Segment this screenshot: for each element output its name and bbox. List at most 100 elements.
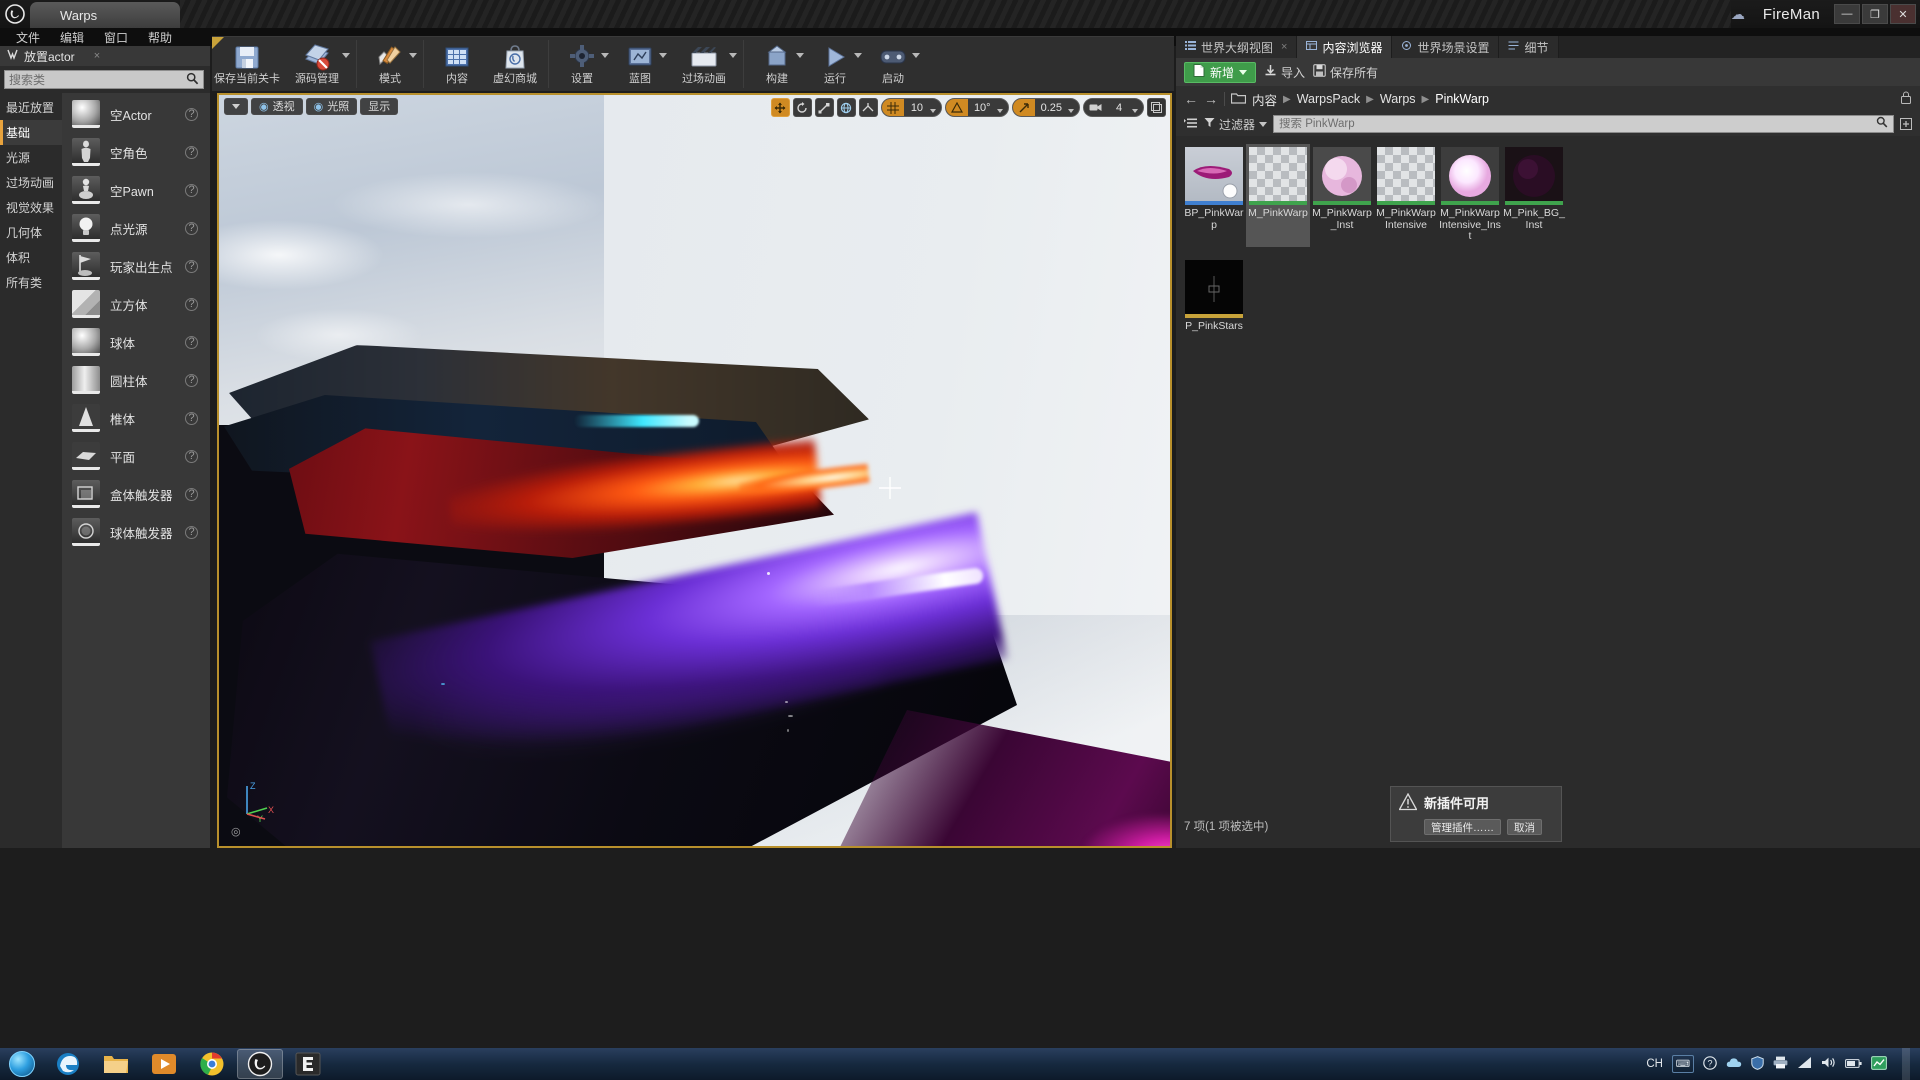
- level-viewport[interactable]: ◉ 透视 ◉ 光照 显示 10 10° 0.25 4 Z Y X ◎: [217, 93, 1172, 848]
- content-browser-asset-grid[interactable]: BP_PinkWarp M_PinkWarp M_PinkWarp_Inst M…: [1176, 136, 1920, 836]
- content-browser-search-input[interactable]: [1279, 118, 1876, 130]
- viewport-render[interactable]: [219, 95, 1170, 846]
- battery-icon[interactable]: [1845, 1057, 1862, 1072]
- chevron-down-icon[interactable]: [409, 53, 417, 58]
- taskbar-edge[interactable]: [45, 1049, 91, 1079]
- list-item[interactable]: 球体 ?: [62, 323, 210, 361]
- list-item[interactable]: 空Pawn ?: [62, 171, 210, 209]
- asset-item[interactable]: M_PinkWarp: [1246, 144, 1310, 247]
- list-item[interactable]: 平面 ?: [62, 437, 210, 475]
- help-icon[interactable]: ?: [185, 183, 198, 197]
- world-space-button[interactable]: [836, 98, 856, 117]
- cinematics-button[interactable]: 过场动画: [669, 37, 739, 91]
- chevron-down-icon[interactable]: [1068, 109, 1074, 113]
- breadcrumb-item-2[interactable]: Warps: [1380, 92, 1416, 106]
- modes-button[interactable]: 模式: [361, 37, 419, 91]
- add-content-shortcut-icon[interactable]: [1900, 118, 1912, 130]
- save-current-level-button[interactable]: 保存当前关卡: [212, 37, 282, 91]
- tab-world-outliner[interactable]: 世界大纲视图 ×: [1176, 36, 1298, 58]
- user-name-label[interactable]: FireMan: [1751, 6, 1832, 23]
- list-item[interactable]: 椎体 ?: [62, 399, 210, 437]
- camera-speed-value[interactable]: 4: [1106, 99, 1132, 116]
- taskbar-unreal-editor[interactable]: [237, 1049, 283, 1079]
- cloud-icon[interactable]: ☁: [1731, 6, 1751, 23]
- network-icon[interactable]: [1797, 1056, 1812, 1072]
- folder-icon[interactable]: [1230, 91, 1247, 107]
- taskbar-file-explorer[interactable]: [93, 1049, 139, 1079]
- category-volumes[interactable]: 体积: [0, 245, 62, 270]
- onedrive-icon[interactable]: [1726, 1057, 1742, 1072]
- taskbar-media-player[interactable]: [141, 1049, 187, 1079]
- chevron-down-icon[interactable]: [912, 53, 920, 58]
- minimize-button[interactable]: —: [1834, 4, 1860, 24]
- help-icon[interactable]: ?: [185, 411, 198, 425]
- help-icon[interactable]: ?: [185, 335, 198, 349]
- tab-content-browser[interactable]: 内容浏览器: [1297, 36, 1393, 58]
- help-icon[interactable]: ?: [185, 221, 198, 235]
- back-arrow-icon[interactable]: ←: [1184, 91, 1198, 107]
- place-search-box[interactable]: [4, 70, 204, 89]
- help-icon[interactable]: ?: [185, 107, 198, 121]
- save-all-button[interactable]: 保存所有: [1313, 64, 1378, 81]
- help-icon[interactable]: ?: [185, 525, 198, 539]
- asset-item[interactable]: M_Pink_BG_Inst: [1502, 144, 1566, 247]
- asset-item[interactable]: P_PinkStars: [1182, 257, 1246, 337]
- place-search-input[interactable]: [9, 72, 186, 87]
- tab-close-icon[interactable]: ×: [1281, 41, 1287, 53]
- chevron-down-icon[interactable]: [796, 53, 804, 58]
- content-browser-search-box[interactable]: [1273, 115, 1894, 133]
- title-bar-drag-area[interactable]: [180, 0, 1731, 28]
- category-all-classes[interactable]: 所有类: [0, 270, 62, 295]
- chart-icon[interactable]: [1871, 1055, 1887, 1073]
- sound-icon[interactable]: [1821, 1056, 1836, 1072]
- help-icon[interactable]: ?: [185, 297, 198, 311]
- help-icon[interactable]: ?: [185, 145, 198, 159]
- search-icon[interactable]: [186, 72, 199, 88]
- menu-file[interactable]: 文件: [6, 29, 50, 46]
- asset-item[interactable]: M_PinkWarp Intensive: [1374, 144, 1438, 247]
- asset-item[interactable]: M_PinkWarp_Inst: [1310, 144, 1374, 247]
- import-button[interactable]: 导入: [1264, 64, 1305, 81]
- help-icon[interactable]: ?: [185, 373, 198, 387]
- taskbar-chrome[interactable]: [189, 1049, 235, 1079]
- translate-mode-button[interactable]: [770, 98, 790, 117]
- close-button[interactable]: ✕: [1890, 4, 1916, 24]
- angle-snap-control[interactable]: 10°: [944, 98, 1009, 117]
- breadcrumb-item-3[interactable]: PinkWarp: [1435, 92, 1489, 106]
- chevron-down-icon[interactable]: [854, 53, 862, 58]
- tab-world-settings[interactable]: 世界场景设置: [1392, 36, 1500, 58]
- breadcrumb-item-0[interactable]: 内容: [1252, 90, 1277, 109]
- list-item[interactable]: 圆柱体 ?: [62, 361, 210, 399]
- plugin-notification-toast[interactable]: 新插件可用 管理插件…… 取消: [1390, 786, 1562, 842]
- chevron-down-icon[interactable]: [601, 53, 609, 58]
- help-icon[interactable]: ?: [1703, 1055, 1717, 1073]
- scale-snap-value[interactable]: 0.25: [1034, 99, 1068, 116]
- list-item[interactable]: 球体触发器 ?: [62, 513, 210, 551]
- list-item[interactable]: 盒体触发器 ?: [62, 475, 210, 513]
- help-icon[interactable]: ?: [185, 487, 198, 501]
- marketplace-button[interactable]: 虚幻商城: [486, 37, 544, 91]
- scale-snap-control[interactable]: 0.25: [1011, 98, 1080, 117]
- grid-snap-value[interactable]: 10: [903, 99, 930, 116]
- lock-path-icon[interactable]: [1900, 91, 1912, 107]
- content-button[interactable]: 内容: [428, 37, 486, 91]
- filters-button[interactable]: 过滤器: [1204, 116, 1268, 133]
- chevron-down-icon[interactable]: [659, 53, 667, 58]
- place-actors-tab[interactable]: 放置actor ×: [0, 46, 210, 66]
- chevron-down-icon[interactable]: [996, 109, 1003, 113]
- rotate-mode-button[interactable]: [792, 98, 812, 117]
- start-button[interactable]: [0, 1048, 44, 1080]
- angle-snap-value[interactable]: 10°: [967, 99, 997, 116]
- forward-arrow-icon[interactable]: →: [1204, 91, 1218, 107]
- play-button[interactable]: 运行: [806, 37, 864, 91]
- category-geometry[interactable]: 几何体: [0, 220, 62, 245]
- chevron-down-icon[interactable]: [1132, 109, 1138, 113]
- sources-toggle-icon[interactable]: [1184, 118, 1198, 130]
- chevron-down-icon[interactable]: [929, 109, 936, 113]
- list-item[interactable]: 点光源 ?: [62, 209, 210, 247]
- scale-mode-button[interactable]: [814, 98, 834, 117]
- category-recently-placed[interactable]: 最近放置: [0, 95, 62, 120]
- list-item[interactable]: 空角色 ?: [62, 133, 210, 171]
- category-visual-effects[interactable]: 视觉效果: [0, 195, 62, 220]
- printer-icon[interactable]: [1773, 1056, 1788, 1072]
